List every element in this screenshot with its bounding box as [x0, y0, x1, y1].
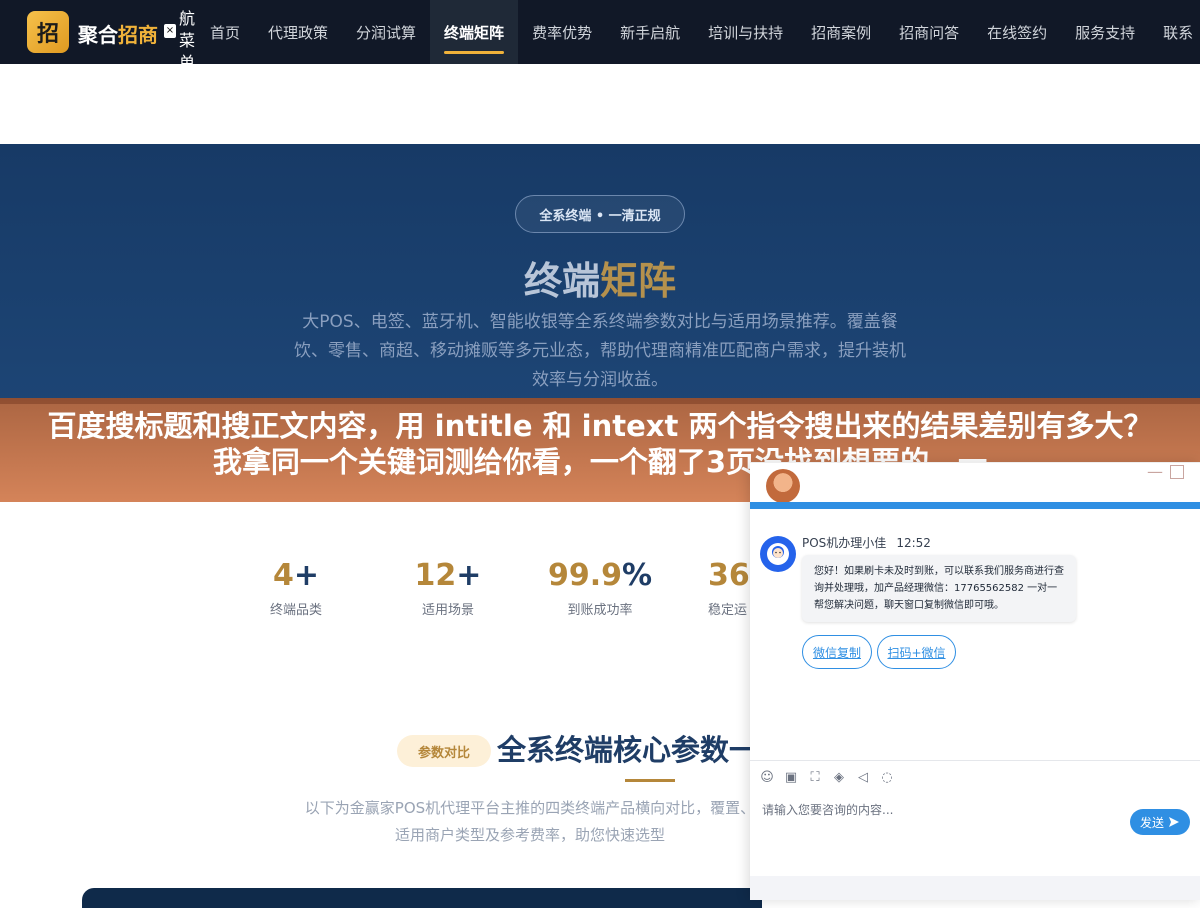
- image-icon[interactable]: ▣: [784, 770, 798, 785]
- send-label: 发送: [1139, 815, 1164, 830]
- section-pill: 参数对比: [397, 735, 491, 767]
- top-spacer: [0, 64, 1200, 144]
- nav-item-service[interactable]: 服务支持: [1061, 0, 1149, 64]
- stat-number: 4: [272, 558, 294, 593]
- mute-icon[interactable]: ◁: [856, 770, 870, 785]
- hero-title: 终端矩阵: [0, 250, 1200, 305]
- screenshot-icon[interactable]: ⛶: [808, 770, 822, 785]
- emoji-icon[interactable]: ☺: [760, 770, 774, 785]
- hero-title-b: 矩阵: [600, 259, 677, 303]
- stat-number: 365: [708, 558, 750, 593]
- stat-label: 稳定运: [708, 603, 748, 618]
- send-icon: [1169, 817, 1179, 827]
- brand-name-b: 招商: [118, 23, 158, 47]
- agent-avatar-icon: [767, 543, 789, 565]
- hero-title-a: 终端: [523, 259, 600, 303]
- send-button[interactable]: 发送: [1130, 809, 1190, 835]
- nav-item-training[interactable]: 培训与扶持: [694, 0, 797, 64]
- nav-item-cases[interactable]: 招商案例: [797, 0, 885, 64]
- minimize-icon[interactable]: —: [1146, 463, 1164, 481]
- stat-value: 4+: [226, 558, 366, 593]
- nav-item-rate-advantage[interactable]: 费率优势: [518, 0, 606, 64]
- nav-item-home[interactable]: 首页: [196, 0, 254, 64]
- section-title: 全系终端核心参数一: [497, 733, 753, 767]
- agent-avatar: [760, 536, 796, 572]
- brand-name[interactable]: 聚合招商: [78, 19, 158, 48]
- nav-item-faq[interactable]: 招商问答: [885, 0, 973, 64]
- copy-wechat-button[interactable]: 微信复制: [802, 635, 872, 669]
- brand-name-a: 聚合: [78, 23, 118, 47]
- stat-terminal-categories: 4+ 终端品类: [226, 558, 366, 618]
- stat-scenarios: 12+ 适用场景: [378, 558, 518, 618]
- nav-item-agent-policy[interactable]: 代理政策: [254, 0, 342, 64]
- chat-footer: [750, 876, 1200, 900]
- stat-value: 12+: [378, 558, 518, 593]
- nav-item-profit-calc[interactable]: 分润试算: [342, 0, 430, 64]
- stat-stable-days: 365 稳定运: [670, 558, 750, 618]
- nav-item-contact[interactable]: 联系: [1149, 0, 1200, 64]
- section-underline: [625, 779, 675, 782]
- nav-item-sign-online[interactable]: 在线签约: [973, 0, 1061, 64]
- hero-description: 大POS、电签、蓝牙机、智能收银等全系终端参数对比与适用场景推荐。覆盖餐饮、零售…: [294, 312, 906, 390]
- chat-toolbar: ☺ ▣ ⛶ ◈ ◁ ◌: [750, 760, 1200, 794]
- chat-header-avatar: [766, 469, 800, 503]
- message-time: 12:52: [896, 536, 931, 550]
- scan-wechat-button[interactable]: 扫码+微信: [877, 635, 956, 669]
- section-description: 以下为金赢家POS机代理平台主推的四类终端产品横向对比，覆置、适用商户类型及参考…: [304, 799, 756, 844]
- stat-suffix: %: [621, 558, 653, 593]
- top-navigation: 招 聚合招商 × 航 菜 单 首页 代理政策 分润试算 终端矩阵 费率优势 新手…: [0, 0, 1200, 72]
- stat-suffix: +: [456, 558, 482, 593]
- stat-number: 12: [414, 558, 457, 593]
- stat-label: 适用场景: [421, 603, 474, 618]
- comparison-table-top: [82, 888, 762, 908]
- maximize-icon[interactable]: [1170, 465, 1184, 479]
- stat-label: 终端品类: [269, 603, 322, 618]
- nav-items: 首页 代理政策 分润试算 终端矩阵 费率优势 新手启航 培训与扶持 招商案例 招…: [196, 0, 1200, 64]
- nav-menu-label-1: 航: [178, 9, 195, 28]
- stat-value: 365: [708, 558, 750, 593]
- nav-item-beginner[interactable]: 新手启航: [606, 0, 694, 64]
- chat-message-input[interactable]: [760, 800, 1120, 820]
- stat-label: 到账成功率: [567, 603, 633, 618]
- stat-suffix: +: [293, 558, 319, 593]
- close-icon[interactable]: ×: [164, 24, 176, 38]
- agent-name-line: POS机办理小佳 12:52: [802, 534, 931, 551]
- stat-number: 99.9: [547, 558, 622, 593]
- agent-name: POS机办理小佳: [802, 536, 887, 550]
- stat-value: 99.9%: [530, 558, 670, 593]
- chat-widget: — POS机办理小佳 12:52 您好！如果刷卡未及时到账，可以联系我们服务商进行…: [750, 462, 1200, 900]
- stat-success-rate: 99.9% 到账成功率: [530, 558, 670, 618]
- nav-item-terminal-matrix[interactable]: 终端矩阵: [430, 0, 519, 64]
- chat-bubbles-icon[interactable]: ◌: [880, 770, 894, 785]
- logo-badge[interactable]: 招: [27, 11, 69, 53]
- shake-icon[interactable]: ◈: [832, 770, 846, 785]
- message-bubble: 您好！如果刷卡未及时到账，可以联系我们服务商进行查询并处理哦，加产品经理微信：1…: [802, 555, 1076, 622]
- hero-section: 全系终端 • 一清正规 终端矩阵 大POS、电签、蓝牙机、智能收银等全系终端参数…: [0, 144, 1200, 404]
- nav-menu-label-2: 菜: [178, 31, 195, 50]
- chat-header-bar: [750, 502, 1200, 509]
- hero-badge: 全系终端 • 一清正规: [515, 195, 685, 233]
